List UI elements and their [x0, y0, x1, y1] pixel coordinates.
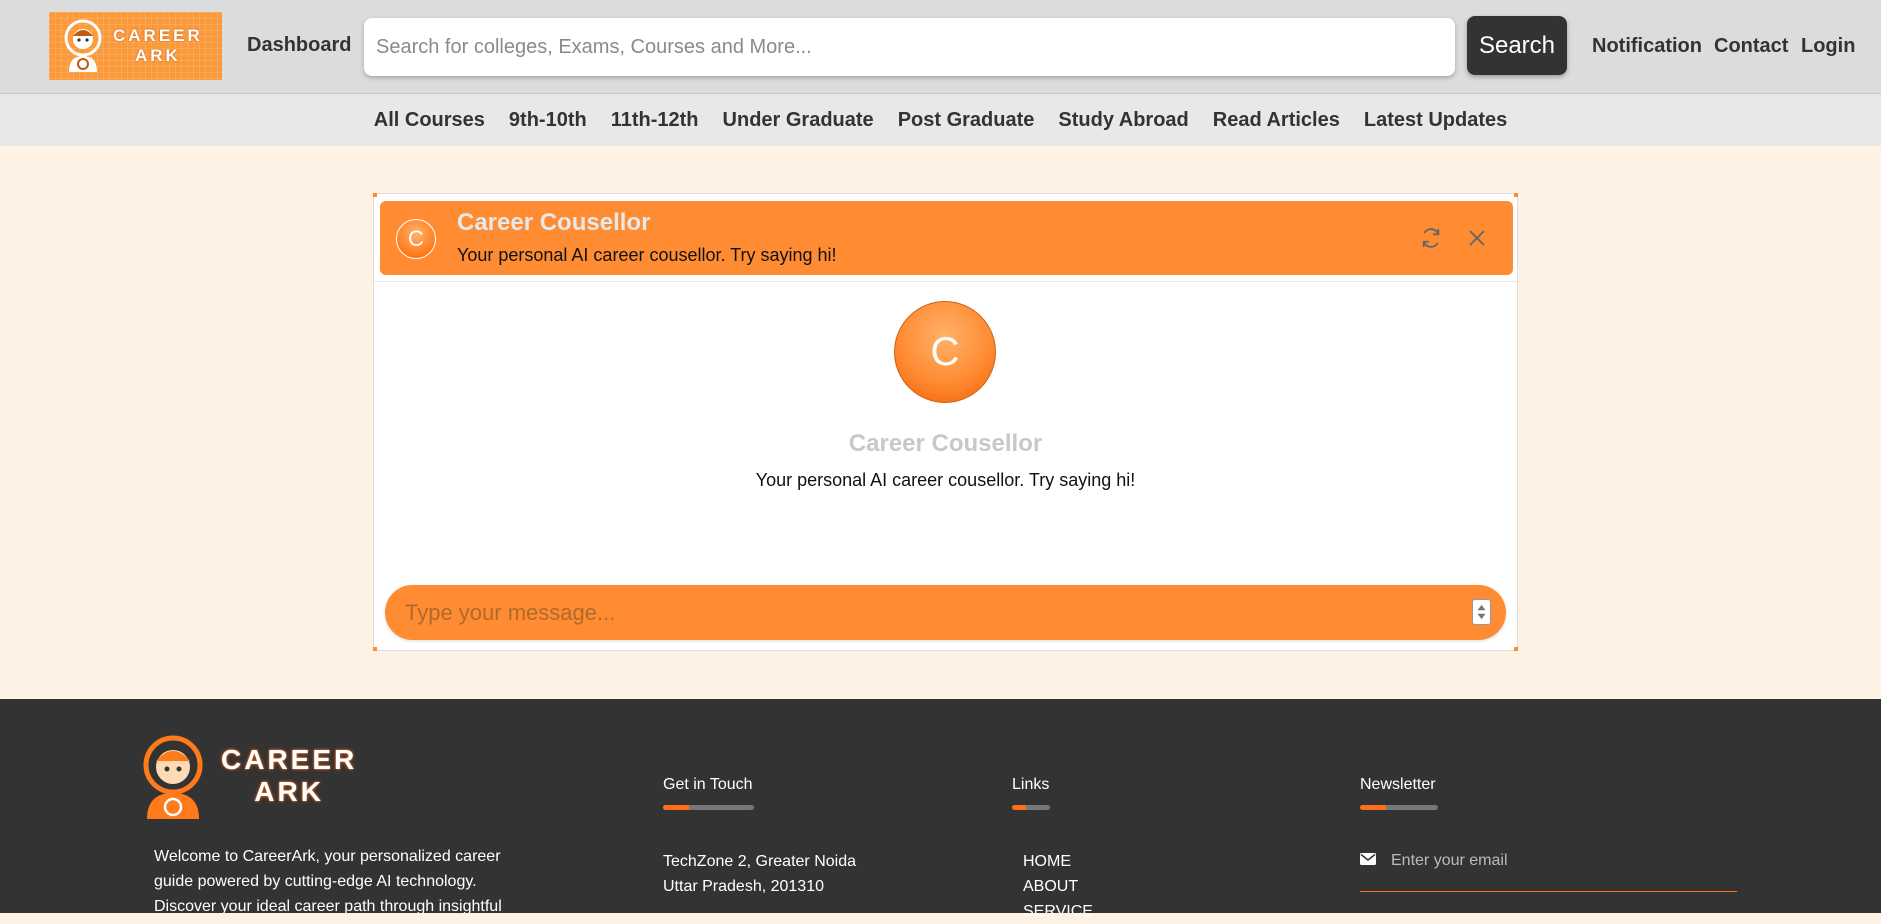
heading-underline	[663, 805, 754, 810]
subnav-under-graduate[interactable]: Under Graduate	[723, 109, 874, 132]
logo-text-line2: ARK	[134, 46, 181, 65]
career-ark-logo[interactable]: CAREER ARK	[49, 12, 222, 80]
footer-link-service[interactable]: SERVICE	[1023, 899, 1093, 924]
chat-subtitle: Your personal AI career cousellor. Try s…	[457, 245, 837, 265]
corner-accent	[1514, 193, 1518, 197]
top-navbar: CAREER ARK Dashboard Search Notification…	[0, 0, 1881, 94]
heading-underline	[1360, 805, 1438, 810]
footer-link-about[interactable]: ABOUT	[1023, 874, 1093, 899]
refresh-icon[interactable]	[1420, 227, 1442, 249]
corner-accent	[373, 647, 377, 651]
category-navbar: All Courses 9th-10th 11th-12th Under Gra…	[0, 94, 1881, 146]
corner-accent	[1514, 647, 1518, 651]
newsletter-email-input[interactable]	[1389, 845, 1723, 877]
chat-divider	[374, 281, 1517, 282]
message-input-bar	[385, 585, 1506, 640]
search-button[interactable]: Search	[1467, 16, 1567, 75]
corner-accent	[373, 193, 377, 197]
chat-widget: C Career Cousellor Your personal AI care…	[373, 193, 1518, 651]
footer-logo[interactable]: CAREER ARK	[131, 731, 357, 821]
nav-contact-link[interactable]: Contact	[1714, 35, 1788, 58]
subnav-all-courses[interactable]: All Courses	[374, 109, 485, 132]
envelope-icon	[1360, 853, 1376, 865]
address-line2: Uttar Pradesh, 201310	[663, 878, 824, 895]
close-icon[interactable]	[1466, 227, 1488, 249]
footer-link-home[interactable]: HOME	[1023, 849, 1093, 874]
footer-about-text: Welcome to CareerArk, your personalized …	[154, 848, 502, 915]
nav-notification-link[interactable]: Notification	[1592, 35, 1702, 58]
nav-login-link[interactable]: Login	[1801, 35, 1855, 58]
newsletter-heading: Newsletter	[1360, 776, 1436, 793]
resize-stepper-icon[interactable]	[1472, 599, 1491, 625]
welcome-title: Career Cousellor	[848, 430, 1043, 457]
subnav-11th-12th[interactable]: 11th-12th	[611, 109, 699, 132]
message-input[interactable]	[385, 585, 1445, 640]
subnav-read-articles[interactable]: Read Articles	[1213, 109, 1340, 132]
footer-logo-line2: ARK	[254, 776, 324, 807]
welcome-subtitle: Your personal AI career cousellor. Try s…	[755, 470, 1136, 490]
footer: CAREER ARK Welcome to CareerArk, your pe…	[0, 699, 1881, 920]
heading-underline	[1012, 805, 1050, 810]
footer-logo-line1: CAREER	[221, 744, 358, 775]
get-in-touch-heading: Get in Touch	[663, 776, 753, 793]
counsellor-large-avatar: C	[894, 301, 996, 403]
search-box	[364, 18, 1455, 76]
astronaut-logo-icon	[143, 735, 203, 819]
newsletter-email-row	[1360, 845, 1737, 892]
address-text: TechZone 2, Greater Noida Uttar Pradesh,…	[663, 849, 856, 899]
chat-header: C Career Cousellor Your personal AI care…	[380, 201, 1513, 275]
counsellor-avatar: C	[396, 219, 436, 259]
subnav-latest-updates[interactable]: Latest Updates	[1364, 109, 1507, 132]
chat-title: Career Cousellor	[457, 209, 651, 236]
logo-text: CAREER ARK	[113, 26, 203, 66]
links-heading: Links	[1012, 776, 1050, 793]
logo-text-line1: CAREER	[113, 26, 203, 45]
nav-dashboard-link[interactable]: Dashboard	[247, 34, 351, 57]
address-line1: TechZone 2, Greater Noida	[663, 853, 856, 870]
subnav-9th-10th[interactable]: 9th-10th	[509, 109, 587, 132]
subnav-study-abroad[interactable]: Study Abroad	[1058, 109, 1188, 132]
subnav-post-graduate[interactable]: Post Graduate	[898, 109, 1035, 132]
search-input[interactable]	[364, 18, 1455, 76]
footer-logo-text: CAREER ARK	[221, 744, 357, 808]
astronaut-logo-icon	[64, 19, 102, 72]
